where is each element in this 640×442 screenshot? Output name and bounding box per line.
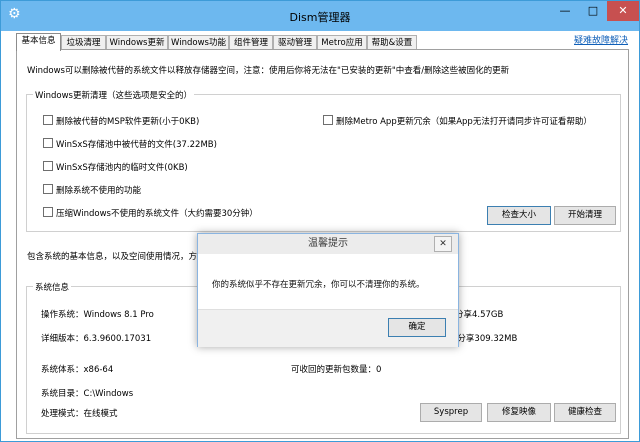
tab-help-settings[interactable]: 帮助&设置 [367, 35, 417, 50]
version-row: 详细版本：6.3.9600.17031 [41, 332, 151, 344]
checkbox-winsxs-temp[interactable]: WinSxS存储池内的临时文件(0KB) [43, 161, 188, 173]
mode-label: 处理模式： [41, 409, 84, 419]
troubleshoot-link[interactable]: 疑难故障解决 [574, 33, 628, 46]
checkbox-label: WinSxS存储池内的临时文件(0KB) [56, 163, 188, 173]
checkbox-box[interactable] [43, 161, 53, 171]
title-bar[interactable]: ⚙ Dism管理器 — □ ✕ [1, 1, 639, 31]
minimize-button[interactable]: — [551, 1, 579, 21]
update-cleanup-group-label: Windows更新清理（这些选项是安全的） [33, 89, 194, 101]
check-size-button[interactable]: 检查大小 [487, 206, 551, 225]
update-cleanup-group: Windows更新清理（这些选项是安全的） 删除被代替的MSP软件更新(小于0K… [26, 89, 621, 232]
checkbox-label: 删除系统不使用的功能 [56, 186, 142, 196]
version-value: 6.3.9600.17031 [83, 334, 152, 344]
repair-image-button[interactable]: 修复映像 [487, 403, 551, 422]
checkbox-label: 删除Metro App更新冗余（如果App无法打开请同步许可证看帮助） [336, 117, 592, 127]
system-info-group-label: 系统信息 [33, 281, 72, 293]
directory-row: 系统目录：C:\Windows [41, 387, 133, 399]
window-title: Dism管理器 [289, 11, 351, 24]
checkbox-remove-unused-features[interactable]: 删除系统不使用的功能 [43, 184, 141, 196]
os-row: 操作系统：Windows 8.1 Pro [41, 308, 154, 320]
tab-junk-cleanup[interactable]: 垃圾清理 [61, 35, 106, 50]
dialog-close-button[interactable]: ✕ [434, 236, 452, 252]
arch-label: 系统体系： [41, 365, 84, 375]
tab-windows-update[interactable]: Windows更新 [106, 35, 168, 50]
dism-manager-window: ⚙ Dism管理器 — □ ✕ 疑难故障解决 基本信息 垃圾清理 Windows… [0, 0, 640, 442]
start-cleanup-button[interactable]: 开始清理 [554, 206, 616, 225]
tab-driver-management[interactable]: 驱动管理 [273, 35, 317, 50]
checkbox-box[interactable] [323, 115, 333, 125]
recoverable-label: 可收回的更新包数量： [291, 365, 377, 375]
directory-label: 系统目录： [41, 389, 84, 399]
arch-row: 系统体系：x86-64 [41, 363, 113, 375]
notice-dialog: 温馨提示 ✕ 你的系统似乎不存在更新冗余，你可以不清理你的系统。 确定 [197, 233, 459, 347]
system-info-description: 包含系统的基本信息，以及空间使用情况，方 [27, 252, 198, 262]
checkbox-remove-msp-updates[interactable]: 删除被代替的MSP软件更新(小于0KB) [43, 115, 199, 127]
checkbox-box[interactable] [43, 115, 53, 125]
mode-value: 在线模式 [83, 409, 118, 419]
cleanup-description: Windows可以删除被代替的系统文件以释放存储器空间，注意：使用后你将无法在"… [27, 66, 510, 76]
health-check-button[interactable]: 健康检查 [554, 403, 616, 422]
checkbox-box[interactable] [43, 184, 53, 194]
checkbox-box[interactable] [43, 138, 53, 148]
dialog-title[interactable]: 温馨提示 [198, 234, 458, 254]
maximize-button[interactable]: □ [579, 1, 607, 21]
dialog-footer: 确定 [198, 309, 458, 347]
tab-metro-apps[interactable]: Metro应用 [317, 35, 367, 50]
checkbox-box[interactable] [43, 207, 53, 217]
dialog-message: 你的系统似乎不存在更新冗余，你可以不清理你的系统。 [212, 280, 425, 290]
checkbox-label: 删除被代替的MSP软件更新(小于0KB) [56, 117, 200, 127]
os-value: Windows 8.1 Pro [83, 310, 154, 320]
recoverable-value: 0 [376, 365, 382, 375]
os-label: 操作系统： [41, 310, 84, 320]
partial-space-info-1: 分享4.57GB [455, 310, 504, 320]
sysprep-button[interactable]: Sysprep [420, 403, 482, 422]
checkbox-remove-metro-redundancy[interactable]: 删除Metro App更新冗余（如果App无法打开请同步许可证看帮助） [323, 115, 592, 127]
partial-space-info-2: 5分享309.32MB [452, 334, 518, 344]
tab-basic-info[interactable]: 基本信息 [16, 33, 61, 51]
mode-row: 处理模式：在线模式 [41, 407, 118, 419]
directory-value: C:\Windows [83, 389, 134, 399]
tab-windows-features[interactable]: Windows功能 [168, 35, 229, 50]
tab-component-management[interactable]: 组件管理 [229, 35, 273, 50]
arch-value: x86-64 [83, 365, 114, 375]
recoverable-packages-row: 可收回的更新包数量：0 [291, 363, 381, 375]
version-label: 详细版本： [41, 334, 84, 344]
checkbox-label: WinSxS存储池中被代替的文件(37.22MB) [56, 140, 217, 150]
checkbox-winsxs-superseded[interactable]: WinSxS存储池中被代替的文件(37.22MB) [43, 138, 217, 150]
close-button[interactable]: ✕ [607, 1, 639, 21]
checkbox-label: 压缩Windows不使用的系统文件（大约需要30分钟） [56, 209, 258, 219]
checkbox-compress-system-files[interactable]: 压缩Windows不使用的系统文件（大约需要30分钟） [43, 207, 258, 219]
dialog-ok-button[interactable]: 确定 [388, 318, 446, 337]
